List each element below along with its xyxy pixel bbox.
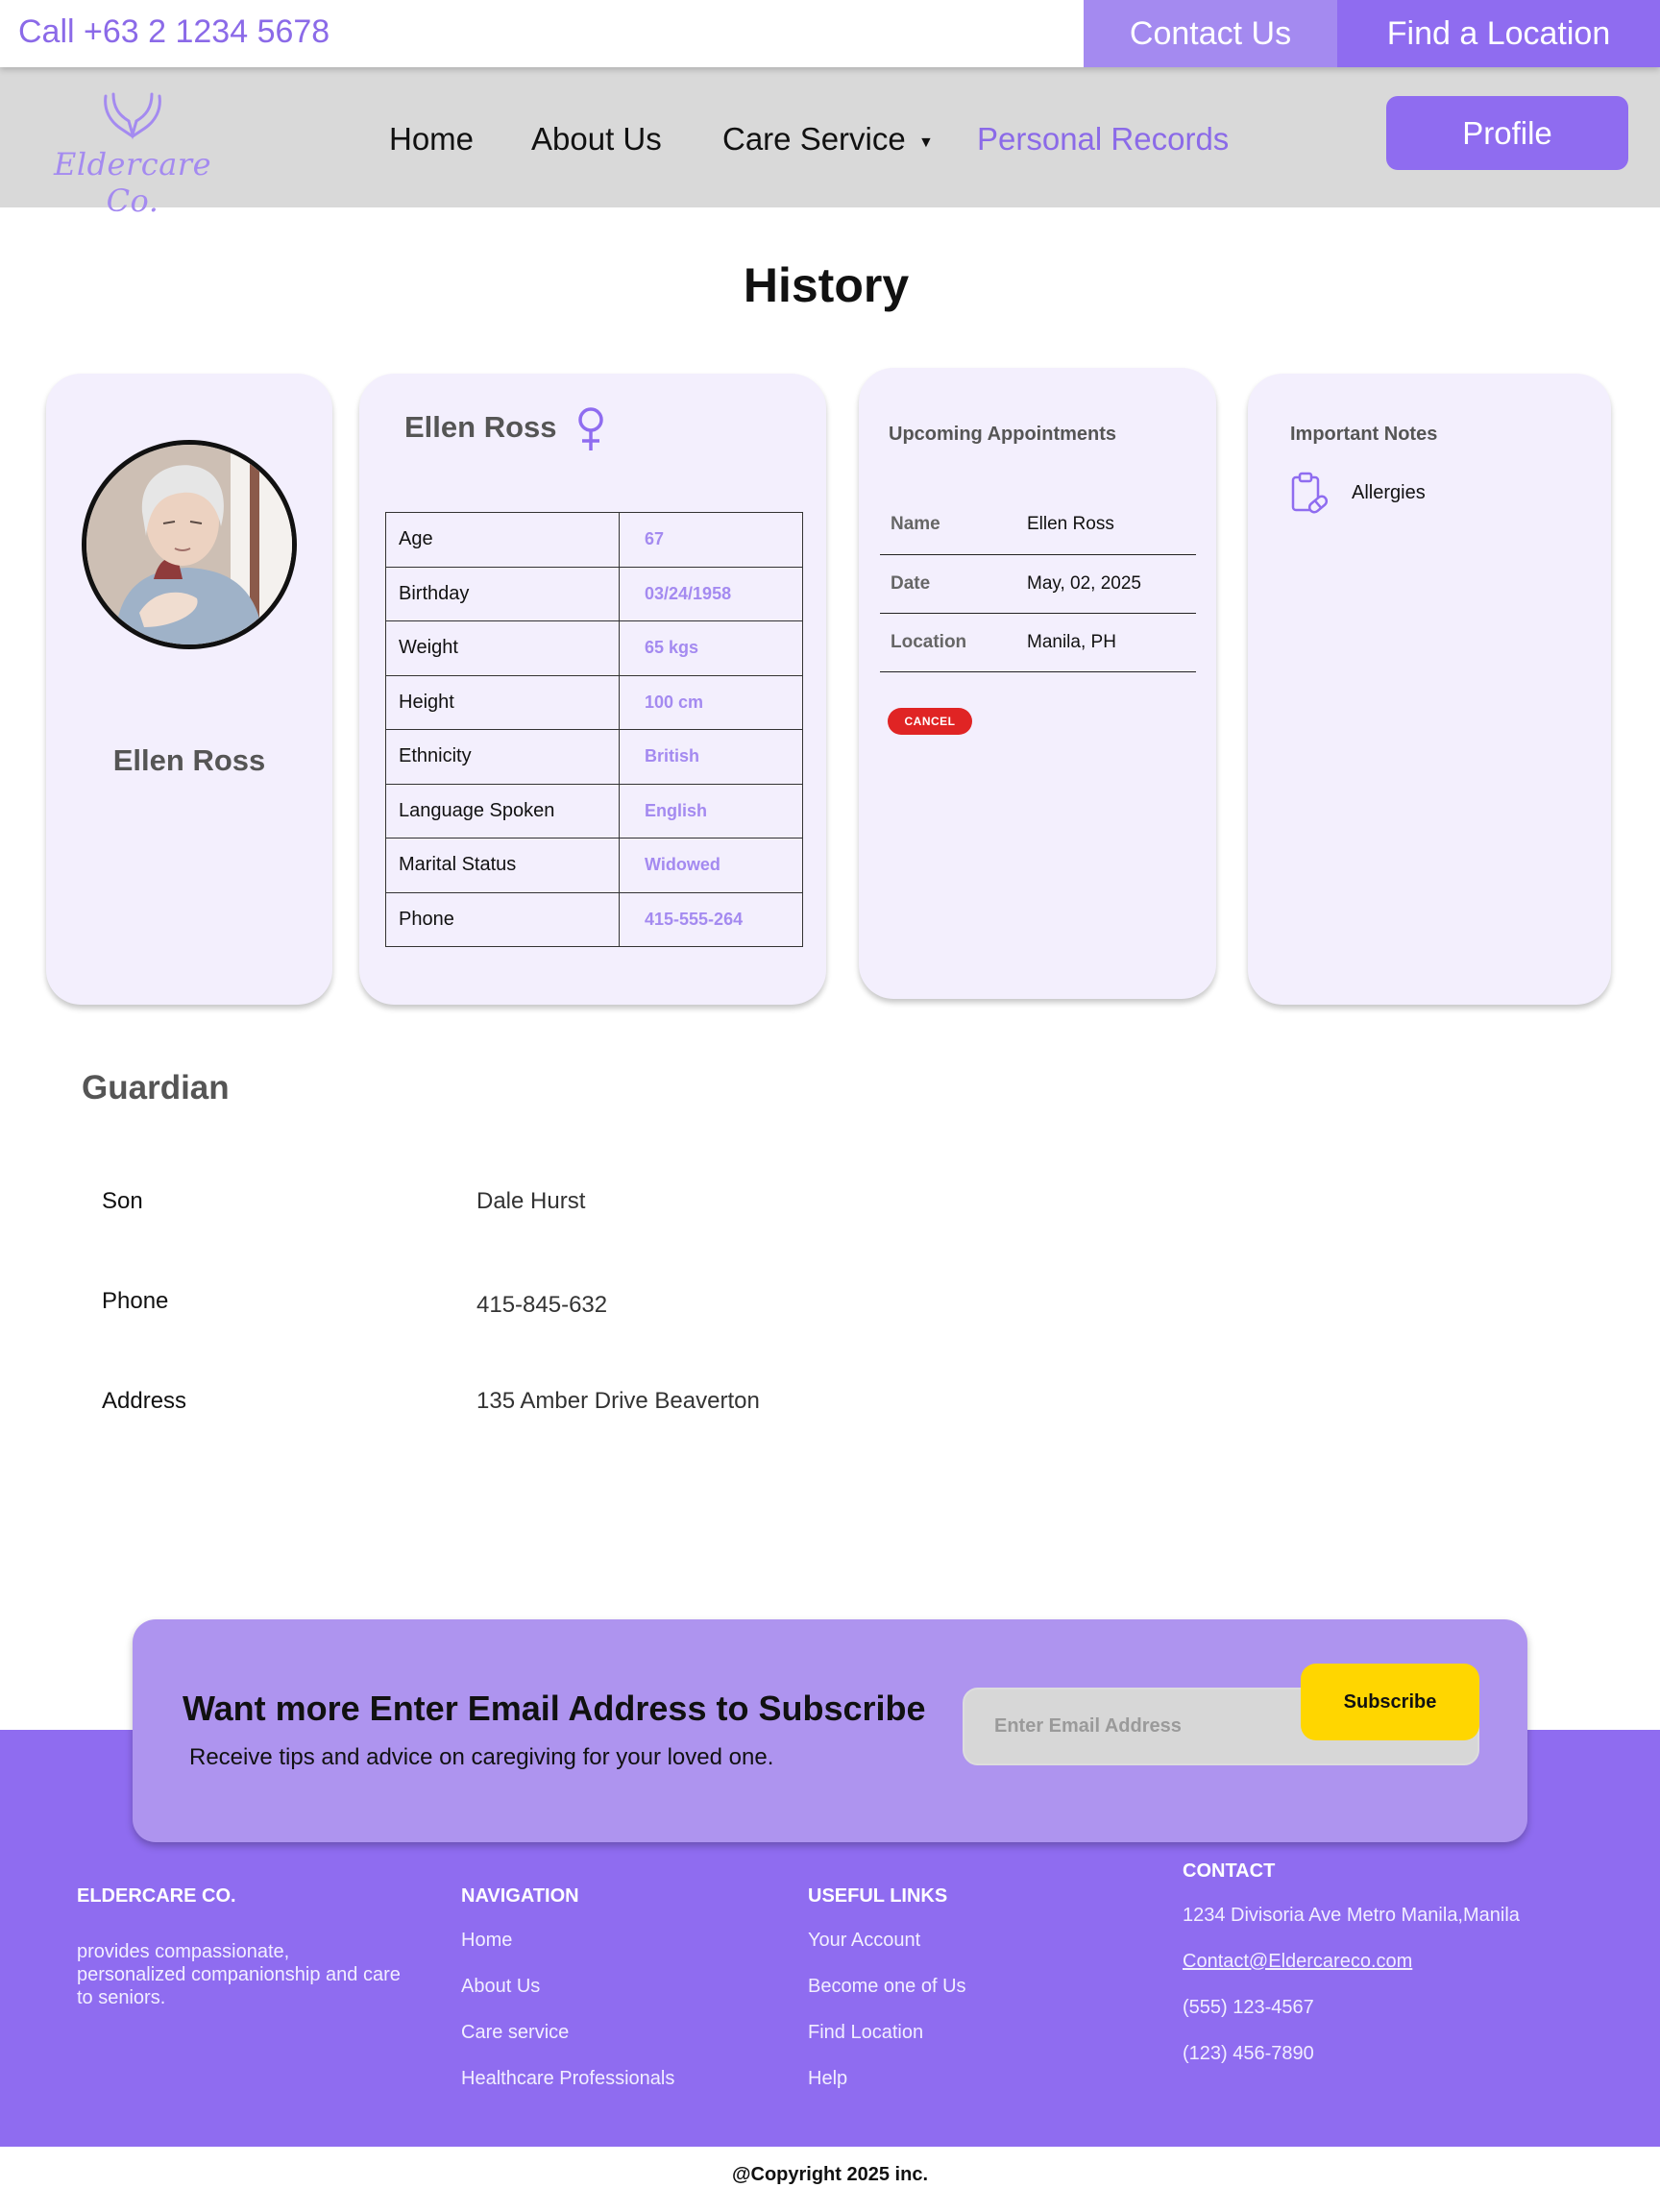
caring-hands-icon (104, 92, 161, 140)
info-value-ethnicity: British (619, 729, 803, 785)
patient-name: Ellen Ross (404, 410, 557, 444)
footer-nav-healthcare[interactable]: Healthcare Professionals (461, 2068, 674, 2090)
guardian-label-address: Address (102, 1388, 187, 1414)
appt-label-date: Date (880, 554, 1027, 614)
footer-nav-home[interactable]: Home (461, 1930, 512, 1952)
info-value-marital-status: Widowed (619, 838, 803, 893)
guardian-title: Guardian (82, 1069, 230, 1106)
info-label-birthday: Birthday (385, 566, 620, 621)
footer-link-find-location[interactable]: Find Location (808, 2022, 923, 2044)
info-value-weight: 65 kgs (619, 620, 803, 676)
info-label-height: Height (385, 674, 620, 730)
avatar-photo (86, 445, 292, 644)
clipboard-pill-icon (1291, 472, 1329, 514)
footer-nav-care-service[interactable]: Care service (461, 2022, 569, 2044)
female-icon (578, 407, 603, 450)
appt-value-name: Ellen Ross (1027, 496, 1196, 555)
footer-contact-address: 1234 Divisoria Ave Metro Manila,Manila (1183, 1905, 1520, 1926)
footer-contact-phone-1[interactable]: (555) 123-4567 (1183, 1997, 1314, 2019)
guardian-value-address: 135 Amber Drive Beaverton (476, 1388, 760, 1414)
table-row: Location Manila, PH (880, 613, 1196, 672)
appt-label-location: Location (880, 613, 1027, 672)
appointments-table: Name Ellen Ross Date May, 02, 2025 Locatio… (880, 496, 1196, 672)
table-row: Weight 65 kgs (385, 620, 803, 676)
info-value-birthday: 03/24/1958 (619, 566, 803, 621)
info-value-age: 67 (619, 512, 803, 568)
footer-brand-text: provides compassionate, personalized com… (77, 1941, 401, 2008)
appointments-title: Upcoming Appointments (889, 424, 1117, 445)
footer-contact-phone-2[interactable]: (123) 456-7890 (1183, 2043, 1314, 2065)
guardian-value-name: Dale Hurst (476, 1188, 586, 1214)
guardian-label-relation: Son (102, 1188, 143, 1214)
subscribe-button[interactable]: Subscribe (1301, 1664, 1479, 1740)
subscribe-box: Want more Enter Email Address to Subscri… (133, 1619, 1527, 1842)
find-location-button[interactable]: Find a Location (1337, 0, 1660, 67)
caret-down-icon[interactable]: ▼ (918, 134, 934, 152)
logo-text: Eldercare Co. (53, 146, 212, 219)
copyright: @Copyright 2025 inc. (732, 2164, 928, 2185)
appt-value-location: Manila, PH (1027, 613, 1196, 672)
notes-title: Important Notes (1290, 424, 1438, 445)
profile-card: Ellen Ross (46, 374, 332, 1005)
footer-useful-title: USEFUL LINKS (808, 1885, 948, 1907)
info-label-language: Language Spoken (385, 783, 620, 839)
footer-contact-title: CONTACT (1183, 1860, 1276, 1882)
info-label-age: Age (385, 512, 620, 568)
table-row: Ethnicity British (385, 729, 803, 785)
patient-info-table: Age 67 Birthday 03/24/1958 Weight 65 kgs He… (385, 512, 803, 947)
notes-card: Important Notes Allergies (1248, 374, 1611, 1005)
nav-personal-records[interactable]: Personal Records (977, 121, 1229, 158)
table-row: Date May, 02, 2025 (880, 554, 1196, 614)
footer-contact-email[interactable]: Contact@Eldercareco.com (1183, 1951, 1412, 1973)
profile-button[interactable]: Profile (1386, 96, 1628, 170)
avatar (82, 440, 297, 649)
patient-details-card: Ellen Ross Age 67 Birthday 03/24/1958 Weig… (359, 374, 826, 1005)
footer-brand-title: ELDERCARE CO. (77, 1885, 236, 1907)
main-nav: Eldercare Co. Home About Us Care Service… (0, 67, 1660, 219)
table-row: Phone 415-555-264 (385, 891, 803, 947)
call-phone-link[interactable]: Call +63 2 1234 5678 (18, 13, 330, 51)
note-item-allergies[interactable]: Allergies (1352, 482, 1426, 504)
footer-link-account[interactable]: Your Account (808, 1930, 920, 1952)
table-row: Language Spoken English (385, 783, 803, 839)
footer-navigation-title: NAVIGATION (461, 1885, 579, 1907)
top-bar: Call +63 2 1234 5678 Contact Us Find a L… (0, 0, 1660, 67)
guardian-value-phone: 415-845-632 (476, 1292, 608, 1318)
info-label-ethnicity: Ethnicity (385, 729, 620, 785)
appt-label-name: Name (880, 496, 1027, 555)
subscribe-text: Receive tips and advice on caregiving fo… (189, 1744, 774, 1770)
nav-care-service[interactable]: Care Service (722, 121, 906, 158)
guardian-label-phone: Phone (102, 1288, 169, 1314)
appointments-card: Upcoming Appointments Name Ellen Ross Dat… (859, 368, 1216, 999)
table-row: Marital Status Widowed (385, 838, 803, 893)
table-row: Birthday 03/24/1958 (385, 566, 803, 621)
contact-us-button[interactable]: Contact Us (1084, 0, 1337, 67)
table-row: Age 67 (385, 512, 803, 568)
nav-about-us[interactable]: About Us (531, 121, 662, 158)
footer-nav-about[interactable]: About Us (461, 1976, 540, 1998)
table-row: Name Ellen Ross (880, 496, 1196, 555)
info-label-weight: Weight (385, 620, 620, 676)
page-title: History (743, 258, 910, 312)
profile-name: Ellen Ross (112, 743, 266, 777)
info-value-language: English (619, 783, 803, 839)
info-label-marital-status: Marital Status (385, 838, 620, 893)
info-label-phone: Phone (385, 891, 620, 947)
subscribe-title: Want more Enter Email Address to Subscri… (183, 1689, 926, 1728)
nav-home[interactable]: Home (389, 121, 474, 158)
info-value-phone: 415-555-264 (619, 891, 803, 947)
info-value-height: 100 cm (619, 674, 803, 730)
table-row: Height 100 cm (385, 674, 803, 730)
appt-value-date: May, 02, 2025 (1027, 554, 1196, 614)
logo[interactable]: Eldercare Co. (46, 92, 219, 219)
cancel-appointment-button[interactable]: CANCEL (888, 708, 972, 735)
footer-link-help[interactable]: Help (808, 2068, 847, 2090)
footer-link-become[interactable]: Become one of Us (808, 1976, 966, 1998)
